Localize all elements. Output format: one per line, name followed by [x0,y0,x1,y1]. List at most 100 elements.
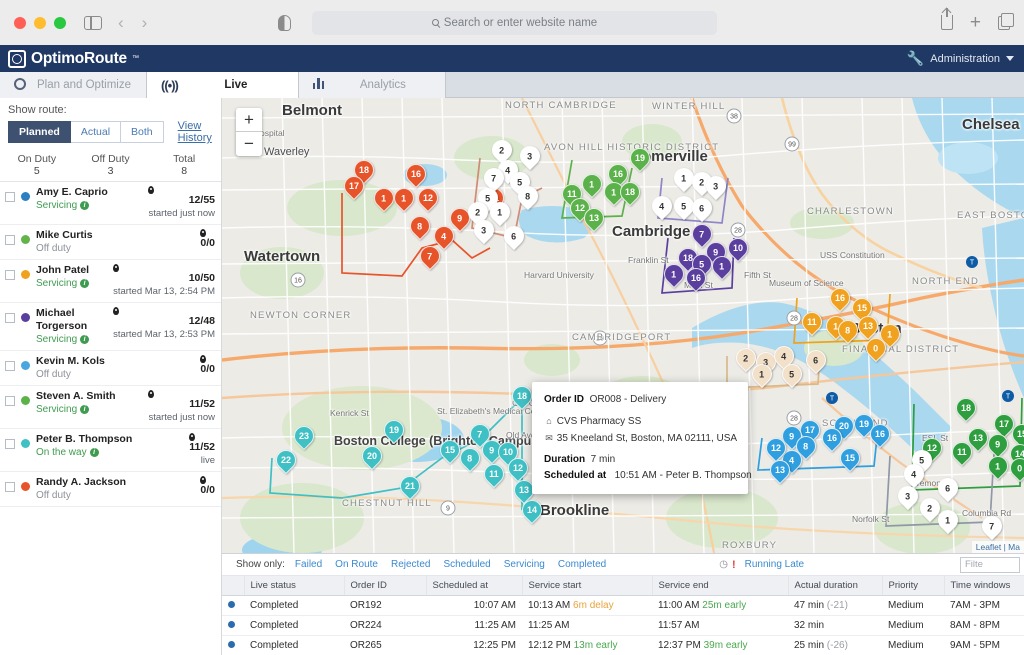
info-icon[interactable]: i [89,448,99,457]
info-icon[interactable]: i [80,405,90,414]
map-order-marker[interactable]: 8 [833,315,863,347]
map-order-marker[interactable]: 16 [681,263,711,295]
map-order-marker[interactable]: 1 [983,451,1013,483]
filter-failed[interactable]: Failed [295,559,322,570]
filter-rejected[interactable]: Rejected [391,559,430,570]
minimize-window-button[interactable] [34,16,46,29]
driver-checkbox[interactable] [5,313,15,323]
map-order-marker[interactable]: 12 [413,183,443,215]
map-order-marker[interactable]: 4 [647,191,677,223]
map-order-marker[interactable]: 6 [801,345,831,377]
window-controls[interactable] [14,16,66,29]
th-priority[interactable]: Priority [882,576,945,596]
filter-completed[interactable]: Completed [558,559,606,570]
driver-checkbox[interactable] [5,270,15,280]
th-time-windows[interactable]: Time windows [944,576,1024,596]
map-order-marker[interactable]: 5 [777,359,807,391]
address-bar[interactable]: Search or enter website name [312,10,717,35]
filter-scheduled[interactable]: Scheduled [443,559,490,570]
map-order-marker[interactable]: 6 [933,473,963,505]
driver-checkbox[interactable] [5,439,15,449]
driver-row[interactable]: Mike Curtis Off duty 0/0 [0,225,221,260]
driver-row[interactable]: Randy A. Jackson Off duty 0/0 [0,472,221,507]
maximize-window-button[interactable] [54,16,66,29]
table-row[interactable]: Completed OR265 12:25 PM 12:12 PM 13m early… [222,635,1024,655]
map-zoom-controls[interactable]: + − [236,108,262,156]
info-icon[interactable]: i [80,201,90,210]
map-order-marker[interactable]: 11 [947,437,977,469]
map-order-marker[interactable]: 3 [515,141,545,173]
map-order-marker[interactable]: 11 [797,307,827,339]
driver-checkbox[interactable] [5,482,15,492]
th-service-start[interactable]: Service start [522,576,653,596]
map-order-marker[interactable]: 11 [479,459,509,491]
th-order-id[interactable]: Order ID [344,576,427,596]
live-map[interactable]: 38 99 28 28 20 28 16 9 T T T Belmont NORT… [222,98,1024,553]
map-order-marker[interactable]: 13 [579,203,609,235]
map-order-marker[interactable]: 6 [687,193,717,225]
driver-row[interactable]: Amy E. Caprio Servicing i 12/55 started just… [0,182,221,225]
filter-input[interactable]: Filte [960,557,1020,573]
route-mode-planned[interactable]: Planned [8,121,71,143]
th-scheduled-at[interactable]: Scheduled at [426,576,523,596]
filter-running-late[interactable]: Running Late [745,559,805,570]
map-order-marker[interactable]: 16 [865,419,895,451]
back-arrow-icon[interactable]: ‹ [118,13,124,33]
tab-analytics[interactable]: Analytics [298,72,446,98]
map-order-marker[interactable]: 7 [415,241,445,273]
driver-row[interactable]: John Patel Servicing i 10/50 started Mar 13,… [0,260,221,303]
view-history-link[interactable]: View History [178,120,213,144]
map-order-marker[interactable]: 1 [389,183,419,215]
map-attribution[interactable]: Leaflet | Ma [971,541,1024,553]
filter-servicing[interactable]: Servicing [504,559,545,570]
map-order-marker[interactable]: 13 [765,455,795,487]
map-order-marker[interactable]: 15 [835,443,865,475]
new-tab-icon[interactable]: + [970,13,981,32]
driver-checkbox[interactable] [5,192,15,202]
driver-row[interactable]: Steven A. Smith Servicing i 11/52 started ju… [0,386,221,429]
map-order-marker[interactable]: 23 [289,421,319,453]
sidebar-toggle-icon[interactable] [84,15,102,30]
map-order-marker[interactable]: 18 [615,177,645,209]
map-order-marker[interactable]: 3 [893,481,923,513]
map-order-marker[interactable]: 16 [401,159,431,191]
map-order-marker[interactable]: 19 [379,415,409,447]
zoom-out-button[interactable]: − [236,132,262,156]
map-order-marker[interactable]: 21 [395,471,425,503]
driver-row[interactable]: Kevin M. Kols Off duty 0/0 [0,351,221,386]
map-order-marker[interactable]: 8 [405,211,435,243]
share-icon[interactable] [940,8,953,30]
map-order-marker[interactable]: 7 [977,511,1007,543]
table-row[interactable]: Completed OR192 10:07 AM 10:13 AM 6m delay 1… [222,595,1024,616]
map-order-marker[interactable]: 18 [951,393,981,425]
table-row[interactable]: Completed OR224 11:25 AM 11:25 AM 11:57 AM 32… [222,615,1024,636]
tab-live[interactable]: ((•)) Live [147,72,299,98]
map-order-marker[interactable]: 1 [659,259,689,291]
th-service-end[interactable]: Service end [652,576,789,596]
route-mode-actual[interactable]: Actual [70,121,122,143]
info-icon[interactable]: i [80,335,90,344]
th-live-status[interactable]: Live status [244,576,345,596]
map-order-marker[interactable]: 14 [517,495,547,527]
map-order-marker[interactable]: 0 [861,333,891,365]
forward-arrow-icon[interactable]: › [142,13,148,33]
route-mode-both[interactable]: Both [121,121,164,143]
close-window-button[interactable] [14,16,26,29]
info-icon[interactable]: i [80,279,90,288]
driver-row[interactable]: Michael Torgerson Servicing i 12/48 started … [0,303,221,351]
map-order-marker[interactable]: 16 [825,283,855,315]
map-order-marker[interactable]: 22 [271,445,301,477]
map-order-marker[interactable]: 17 [339,171,369,203]
brand-logo[interactable]: OptimoRoute ™ [0,49,139,68]
map-order-marker[interactable]: 8 [513,181,543,213]
driver-checkbox[interactable] [5,396,15,406]
map-order-marker[interactable]: 18 [507,381,537,413]
driver-checkbox[interactable] [5,235,15,245]
map-order-marker[interactable]: 1 [369,183,399,215]
map-order-marker[interactable]: 1 [577,169,607,201]
map-order-marker[interactable]: 1 [747,359,777,391]
map-order-marker[interactable]: 3 [469,215,499,247]
map-order-marker[interactable]: 15 [435,435,465,467]
zoom-in-button[interactable]: + [236,108,262,132]
tabs-overview-icon[interactable] [998,13,1014,30]
